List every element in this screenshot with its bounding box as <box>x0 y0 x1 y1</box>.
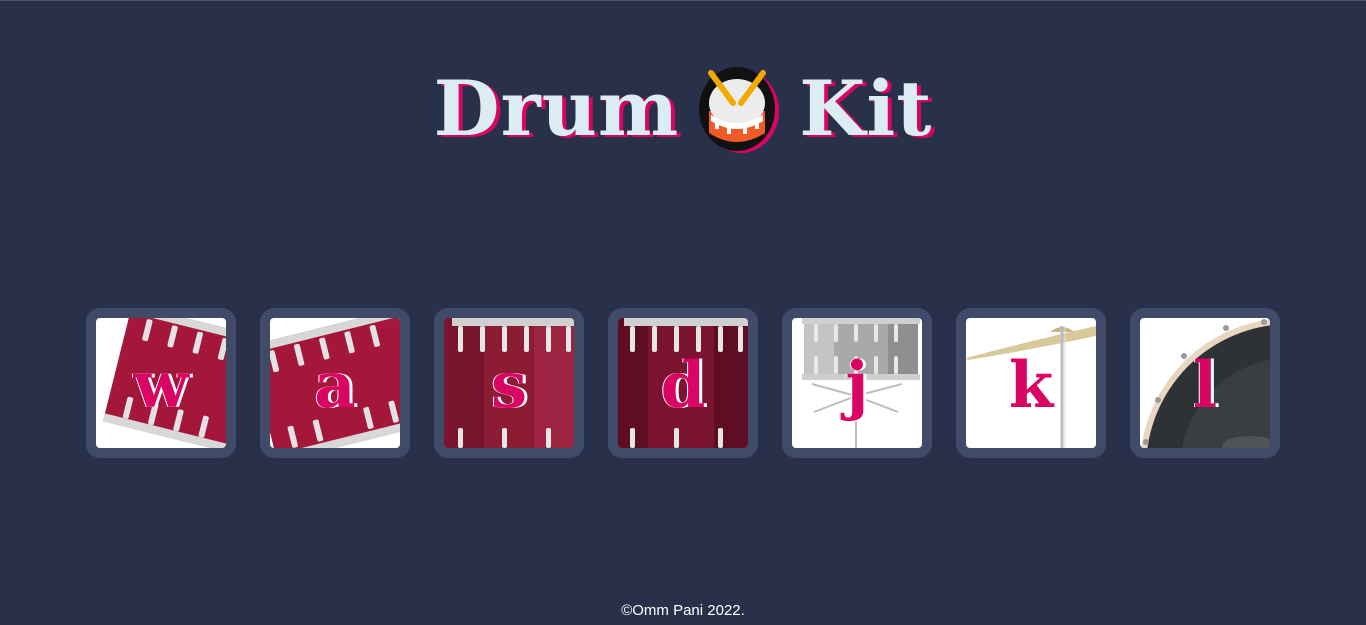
drum-key-label: d <box>660 347 706 423</box>
drum-button-k[interactable]: k <box>956 308 1106 458</box>
title-word-kit: Kit <box>799 64 933 153</box>
page-title: Drum Kit <box>0 63 1366 155</box>
drum-button-j[interactable]: j <box>782 308 932 458</box>
drum-button-a[interactable]: a <box>260 308 410 458</box>
drum-button-l[interactable]: l <box>1130 308 1280 458</box>
drum-image-tom-4: d <box>618 318 748 448</box>
drum-emoji-icon <box>699 67 780 153</box>
drum-button-d[interactable]: d <box>608 308 758 458</box>
drum-key-label: j <box>845 347 869 423</box>
drum-image-tom-2: a <box>270 318 400 448</box>
drum-image-tom-1: w <box>96 318 226 448</box>
drum-image-snare: j <box>792 318 922 448</box>
drum-key-label: l <box>1192 347 1218 423</box>
drum-key-label: w <box>133 347 189 423</box>
drum-image-crash: k <box>966 318 1096 448</box>
title-word-drum: Drum <box>433 64 680 153</box>
drum-button-s[interactable]: s <box>434 308 584 458</box>
drum-button-w[interactable]: w <box>86 308 236 458</box>
footer-copyright: ©Omm Pani 2022. <box>621 602 745 619</box>
drum-key-label: s <box>490 347 528 423</box>
drum-key-label: k <box>1008 347 1054 423</box>
drum-set: w a s d j k l <box>86 308 1280 458</box>
drum-image-tom-3: s <box>444 318 574 448</box>
drum-image-kick-bass: l <box>1140 318 1270 448</box>
drum-key-label: a <box>314 347 356 423</box>
